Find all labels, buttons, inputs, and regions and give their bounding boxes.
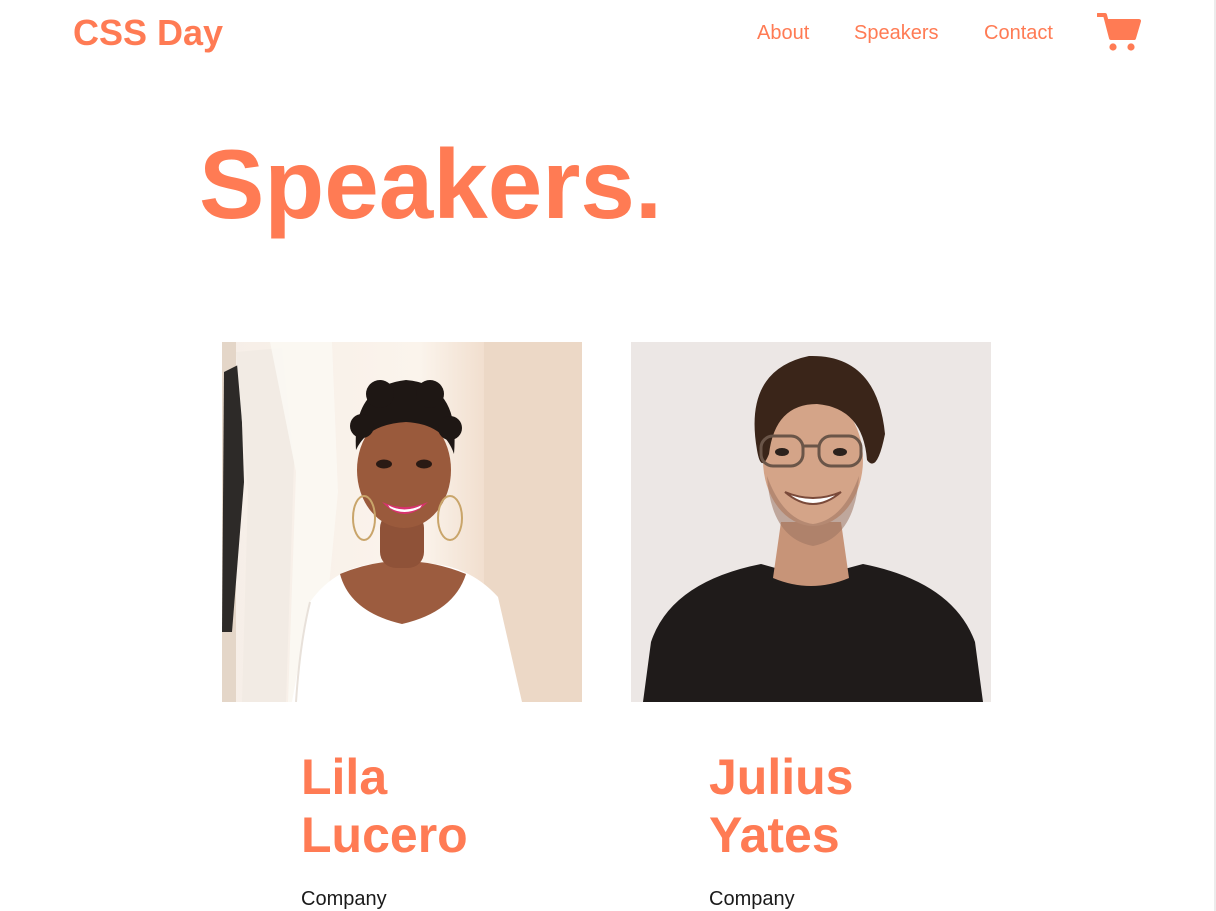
- page-title: Speakers.: [199, 129, 663, 239]
- nav-speakers-link[interactable]: Speakers: [854, 21, 939, 45]
- speaker-first-name: Lila: [301, 749, 388, 805]
- speaker-first-name: Julius: [709, 749, 854, 805]
- speaker-name-julius-yates: Julius Yates: [709, 748, 853, 864]
- speaker-photo-julius-yates: [631, 342, 991, 702]
- speaker-company-lila-lucero: Company: [301, 888, 387, 910]
- site-header: CSS Day About Speakers Contact: [0, 0, 1216, 68]
- speaker-last-name: Lucero: [301, 807, 468, 863]
- nav-contact-link[interactable]: Contact: [984, 21, 1053, 45]
- nav-about-link[interactable]: About: [757, 21, 809, 45]
- speaker-company-julius-yates: Company: [709, 888, 795, 910]
- speaker-name-lila-lucero: Lila Lucero: [301, 748, 468, 864]
- speaker-last-name: Yates: [709, 807, 840, 863]
- speaker-photo-lila-lucero: [222, 342, 582, 702]
- shopping-cart-icon[interactable]: [1096, 12, 1141, 52]
- brand-logo-link[interactable]: CSS Day: [73, 12, 223, 54]
